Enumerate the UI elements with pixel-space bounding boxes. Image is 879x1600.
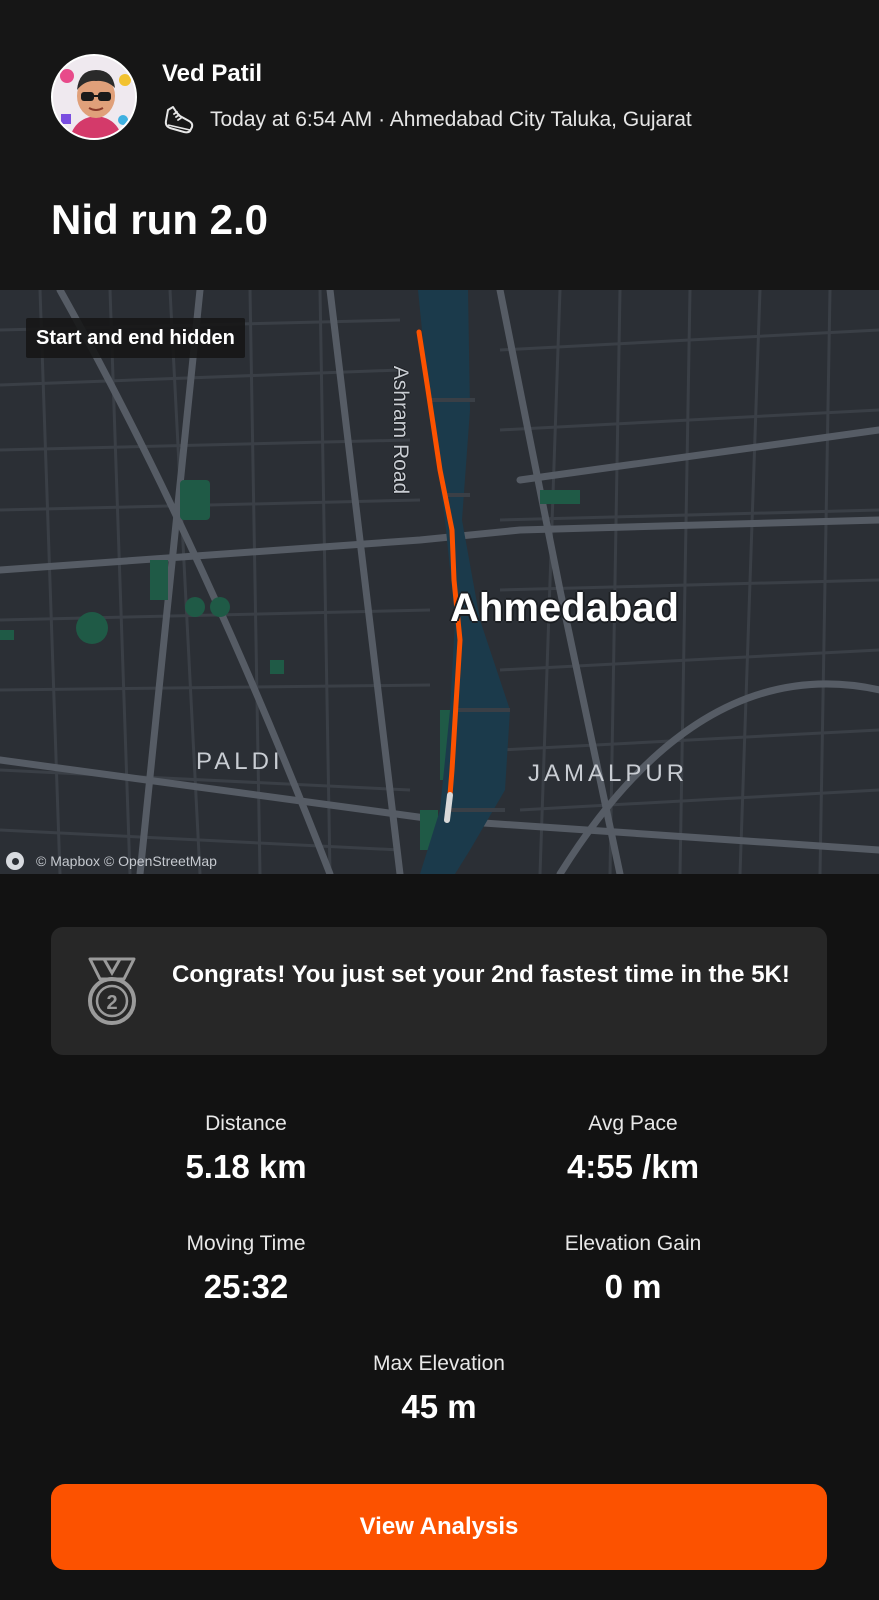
stat-distance: Distance 5.18 km bbox=[96, 1111, 396, 1187]
area-label-jamalpur: JAMALPUR bbox=[528, 760, 689, 787]
svg-text:2: 2 bbox=[106, 992, 117, 1014]
avatar-image bbox=[53, 56, 135, 138]
privacy-badge: Start and end hidden bbox=[26, 318, 245, 358]
achievement-text: Congrats! You just set your 2nd fastest … bbox=[172, 961, 790, 988]
route-hidden-segment bbox=[444, 792, 453, 823]
city-label: Ahmedabad bbox=[450, 586, 679, 630]
road-label: Ashram Road bbox=[389, 365, 412, 495]
map-canvas bbox=[0, 290, 879, 874]
attribution-text: © Mapbox © OpenStreetMap bbox=[36, 853, 217, 869]
stat-value: 5.18 km bbox=[185, 1148, 307, 1185]
stat-value: 25:32 bbox=[203, 1268, 289, 1305]
stat-label: Distance bbox=[205, 1112, 287, 1135]
activity-meta: Today at 6:54 AM · Ahmedabad City Taluka… bbox=[162, 104, 692, 136]
activity-title: Nid run 2.0 bbox=[51, 196, 269, 243]
route-map[interactable]: Start and end hidden Ashram Road Ahmedab… bbox=[0, 290, 879, 874]
activity-header: Ved Patil Today at 6:54 AM · Ahmedabad C… bbox=[0, 0, 879, 290]
medal-2-icon: 2 bbox=[88, 957, 136, 1025]
view-analysis-button[interactable]: View Analysis bbox=[51, 1484, 827, 1570]
running-shoe-icon bbox=[164, 106, 194, 134]
stat-max-elevation: Max Elevation 45 m bbox=[289, 1351, 589, 1427]
activity-time-location: Today at 6:54 AM · Ahmedabad City Taluka… bbox=[210, 108, 692, 131]
avatar[interactable] bbox=[51, 54, 137, 140]
stat-label: Max Elevation bbox=[373, 1352, 505, 1375]
athlete-name[interactable]: Ved Patil bbox=[162, 60, 262, 88]
mapbox-logo-icon bbox=[6, 852, 24, 870]
stat-value: 0 m bbox=[604, 1268, 662, 1305]
map-attribution[interactable]: © Mapbox © OpenStreetMap bbox=[6, 852, 217, 870]
stat-avg-pace: Avg Pace 4:55 /km bbox=[483, 1111, 783, 1187]
stat-label: Elevation Gain bbox=[564, 1232, 702, 1255]
stat-label: Avg Pace bbox=[588, 1112, 678, 1135]
stat-value: 45 m bbox=[401, 1388, 477, 1425]
stat-elevation-gain: Elevation Gain 0 m bbox=[483, 1231, 783, 1307]
stat-label: Moving Time bbox=[186, 1232, 306, 1255]
area-label-paldi: PALDI bbox=[196, 748, 284, 775]
stat-moving-time: Moving Time 25:32 bbox=[96, 1231, 396, 1307]
achievement-card[interactable]: 2 Congrats! You just set your 2nd fastes… bbox=[51, 927, 827, 1055]
stat-value: 4:55 /km bbox=[566, 1148, 700, 1185]
road-label-container: Ashram Road bbox=[386, 350, 414, 510]
